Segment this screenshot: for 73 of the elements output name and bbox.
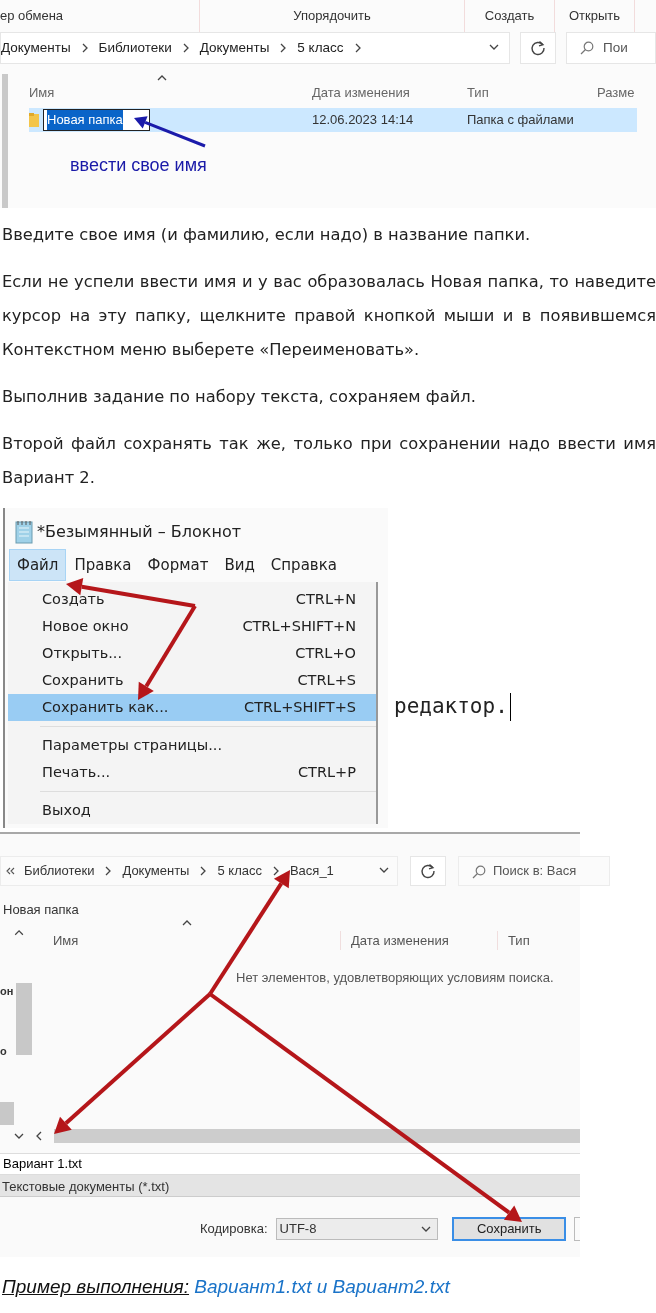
chevron-left-icon [34,1130,44,1141]
breadcrumb[interactable]: Документы [122,861,190,881]
menu-item[interactable]: Создать CTRL+N [8,586,376,613]
paragraph: Второй файл сохранять так же, только при сохранении надо ввести имя Вариант 2. [2,433,656,489]
file-type: Папка с файлами [467,111,575,130]
notepad-icon [15,520,33,544]
file-name-field[interactable]: Вариант 1.txt [0,1152,580,1175]
paragraph: Введите свое имя (и фамилию, если надо) в название папки. [2,224,532,246]
menu-item[interactable]: Справка [262,548,345,582]
example-label: Пример выполнения: [2,1276,190,1297]
search-field[interactable]: Поиск в: Вася [458,856,610,886]
text-cursor [509,693,511,721]
file-date: 12.06.2023 14:14 [312,111,415,130]
menu-item[interactable]: Вид [216,548,263,582]
column-header[interactable]: Тип [508,932,530,948]
address-bar[interactable]: Документы Библиотеки Документы 5 класс [0,32,510,64]
breadcrumb[interactable]: Вася_1 [289,861,334,881]
column-header[interactable]: Дата изменения [351,932,449,948]
menu-item[interactable]: Сохранить CTRL+S [8,667,376,694]
breadcrumb[interactable]: Библиотеки [24,861,95,881]
breadcrumb[interactable]: Документы [1,37,71,59]
menu-item[interactable]: Выход [8,797,376,824]
column-header[interactable]: Дата изменения [312,84,410,100]
refresh-icon[interactable] [420,863,436,879]
breadcrumb[interactable]: Библиотеки [98,37,172,59]
search-field[interactable]: Пои [566,32,656,64]
refresh-button[interactable] [520,32,556,64]
toolbar-button[interactable]: Создать [484,6,535,26]
horizontal-scrollbar[interactable] [54,1128,580,1143]
refresh-icon[interactable] [530,40,546,56]
column-header[interactable]: Имя [29,84,55,100]
scrollbar-thumb[interactable] [0,1101,14,1125]
refresh-button[interactable] [410,856,446,886]
folder-icon [29,113,39,127]
breadcrumb[interactable]: Документы [199,37,270,59]
menu-item[interactable]: Новое окно CTRL+SHIFT+N [8,613,376,640]
nav-label: о [0,1044,7,1059]
column-header[interactable]: Разме [597,84,635,100]
search-icon [472,865,486,879]
menu-item[interactable]: Открыть... CTRL+O [8,640,376,667]
menu-item[interactable]: Параметры страницы... [8,732,376,759]
save-button[interactable]: Сохранить [452,1216,567,1241]
document-text: редактор. [394,693,508,721]
breadcrumb[interactable]: 5 класс [217,861,262,881]
paragraph: Если не успели ввести имя и у вас образовалась Новая папка, то наведите курсор на эту папку, щелкните правой кнопкой мыши и в появившемся Контекстном меню выберете «Переименовать». [2,271,656,361]
paragraph: Выполнив задание по набору текста, сохраняем файл. [2,386,477,408]
address-bar[interactable]: Библиотеки Документы 5 класс Вася_1 [0,856,398,886]
file-row[interactable]: Новая папка 12.06.2023 14:14 Папка с файлами [29,108,637,132]
encoding-label: Кодировка: [200,1219,268,1238]
menu-item[interactable]: Правка [66,548,140,582]
scrollbar-thumb[interactable] [16,983,33,1055]
annotation-text: ввести свое имя [70,154,207,177]
rename-field[interactable]: Новая папка [43,109,150,131]
breadcrumb[interactable]: 5 класс [297,37,344,59]
column-header[interactable]: Тип [467,84,489,100]
toolbar-button[interactable]: Открыть [568,6,621,26]
nav-label: он [0,984,14,999]
double-chevron-icon[interactable] [5,866,15,876]
menu-item[interactable]: Формат [139,548,217,582]
window-title: *Безымянный – Блокнот [37,521,241,543]
empty-message: Нет элементов, удовлетворяющих условиям поиска. [235,968,555,987]
column-header[interactable]: Имя [53,932,79,948]
search-icon [580,41,594,55]
toolbar-button[interactable]: Упорядочить [293,6,371,26]
encoding-select[interactable]: UTF-8 [275,1217,439,1240]
menu-item[interactable]: Сохранить как... CTRL+SHIFT+S [8,694,376,721]
toolbar-text: ер обмена [0,7,64,26]
file-type-select[interactable]: Текстовые документы (*.txt) [0,1174,580,1197]
new-folder-button[interactable]: Новая папка [0,900,82,920]
example-link[interactable]: Вариант1.txt и Вариант2.txt [194,1276,450,1297]
menu-item[interactable]: Печать... CTRL+P [8,759,376,786]
arrow [134,116,206,148]
menu-item[interactable]: Файл [9,548,67,582]
